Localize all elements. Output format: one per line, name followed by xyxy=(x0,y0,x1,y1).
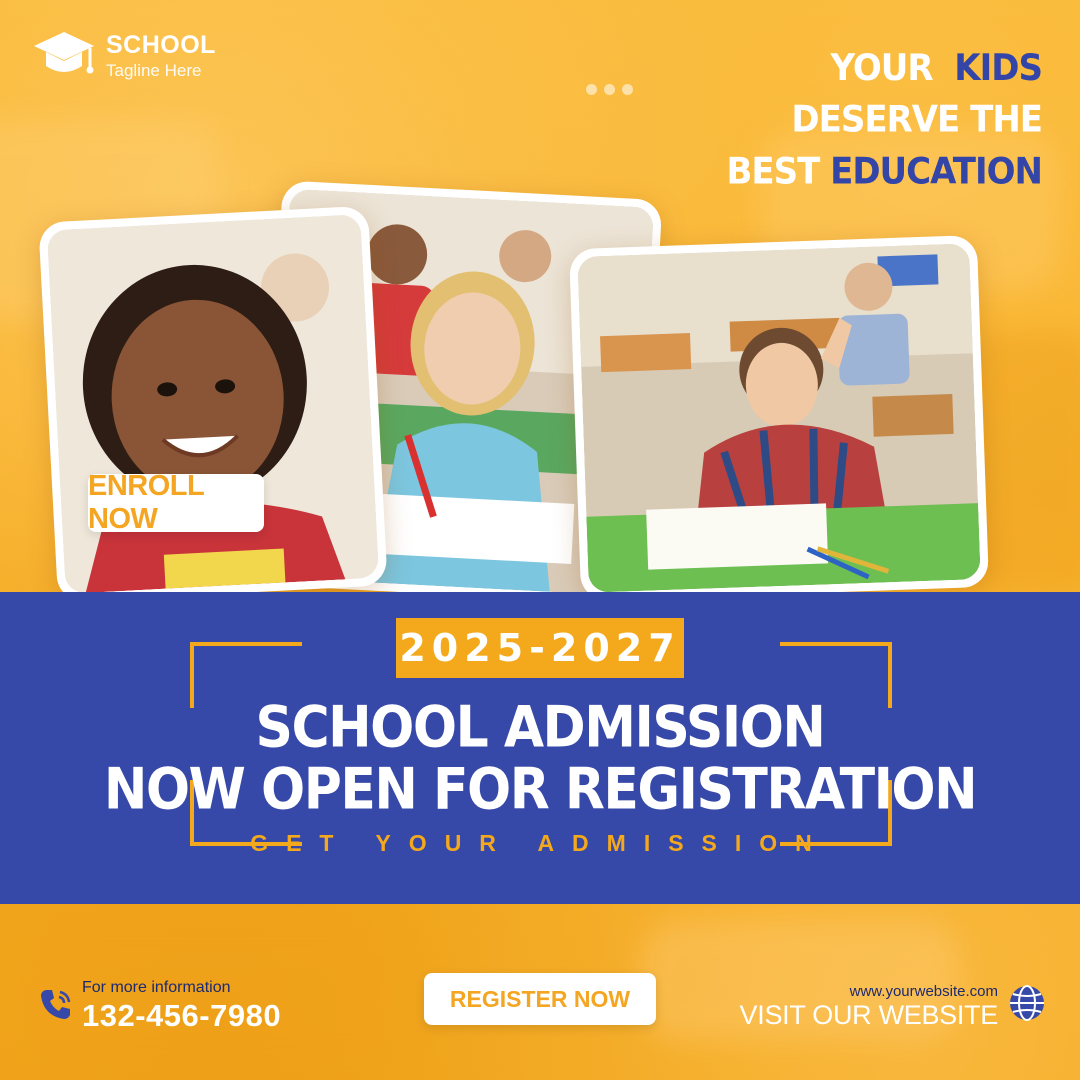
headline: YOUR KIDS DESERVE THE BEST EDUCATION xyxy=(726,42,1043,198)
headline-line-3: BEST EDUCATION xyxy=(726,146,1043,198)
phone-number[interactable]: 132-456-7980 xyxy=(82,998,281,1034)
website-url[interactable]: www.yourwebsite.com xyxy=(740,984,998,999)
headline-word-highlight: EDUCATION xyxy=(830,150,1043,194)
headline-word: BEST xyxy=(726,150,820,194)
headline-line-2: DESERVE THE xyxy=(726,94,1043,146)
photo-card-smiling-girl xyxy=(38,205,388,603)
globe-icon xyxy=(1010,985,1044,1021)
enroll-now-button[interactable]: ENROLL NOW xyxy=(88,470,264,535)
visit-website-link[interactable]: VISIT OUR WEBSITE xyxy=(740,1002,999,1029)
boy-classroom-photo xyxy=(577,243,981,593)
headline-word: YOUR xyxy=(830,46,933,90)
year-badge: 2025-2027 xyxy=(396,618,684,678)
graduation-cap-icon xyxy=(34,32,94,74)
decorative-dots xyxy=(586,84,633,95)
register-now-button[interactable]: REGISTER NOW xyxy=(424,973,656,1025)
website-block[interactable]: www.yourwebsite.com VISIT OUR WEBSITE xyxy=(740,984,999,1029)
headline-word: DESERVE THE xyxy=(791,98,1043,142)
smiling-girl-photo xyxy=(46,214,380,594)
contact-label: For more information xyxy=(82,979,231,996)
school-logo[interactable]: SCHOOL Tagline Here xyxy=(32,30,216,82)
photo-card-boy-raising-hand xyxy=(568,234,990,602)
brand-name: SCHOOL xyxy=(106,31,216,59)
banner-title-line-1: SCHOOL ADMISSION xyxy=(255,695,826,761)
brand-tagline: Tagline Here xyxy=(106,61,202,80)
banner-title-line-2: NOW OPEN FOR REGISTRATION xyxy=(103,757,978,823)
phone-icon xyxy=(41,990,71,1019)
headline-word-highlight: KIDS xyxy=(954,46,1043,90)
contact-block[interactable]: For more information 132-456-7980 xyxy=(38,980,281,1034)
banner-subtitle: GET YOUR ADMISSION xyxy=(250,830,830,856)
headline-line-1: YOUR KIDS xyxy=(726,42,1043,94)
